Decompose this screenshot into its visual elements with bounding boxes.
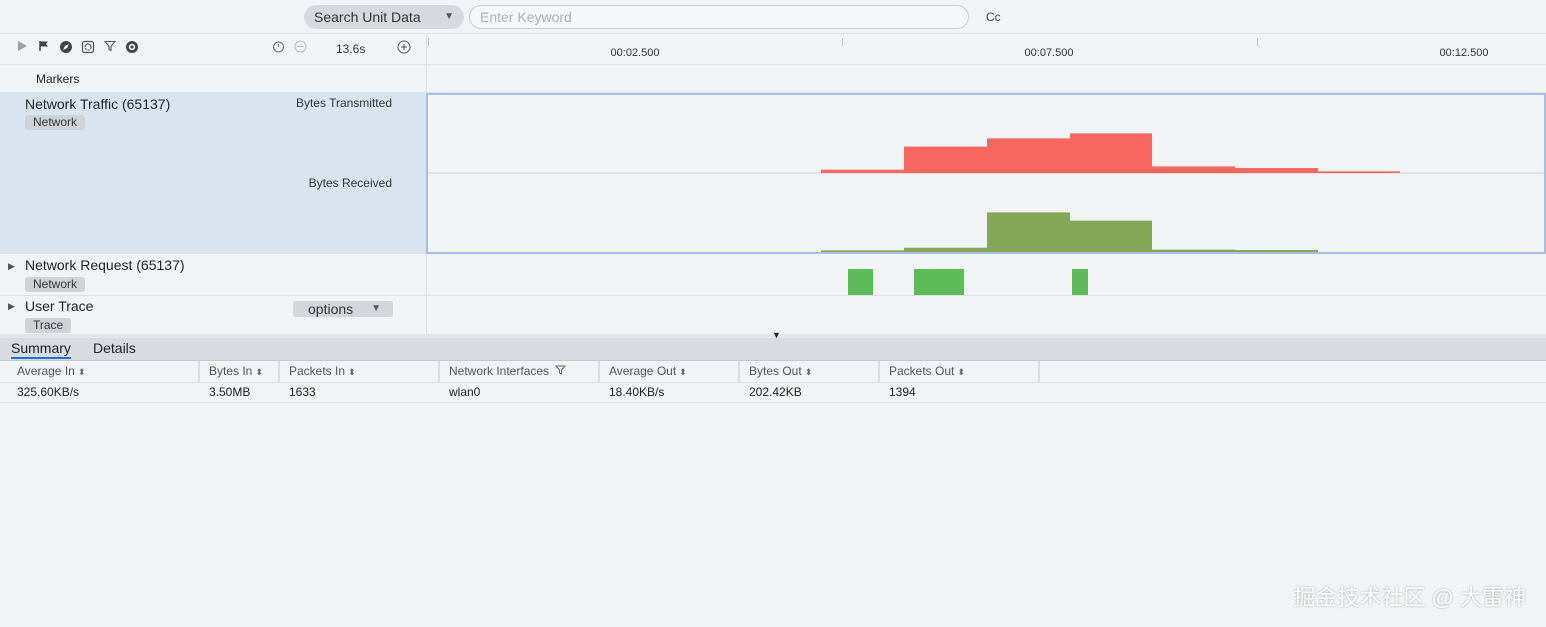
search-input[interactable] bbox=[469, 5, 969, 29]
bytes-transmitted-bar[interactable] bbox=[1318, 171, 1400, 173]
search-type-dropdown[interactable]: Search Unit Data ▼ bbox=[304, 5, 464, 29]
column-header-average-out[interactable]: Average Out ⬍ bbox=[600, 361, 740, 382]
lane-title: User Trace bbox=[25, 298, 94, 314]
filter-icon[interactable] bbox=[102, 40, 118, 56]
bytes-transmitted-label: Bytes Transmitted bbox=[295, 96, 392, 110]
lane-tag: Trace bbox=[25, 318, 72, 333]
play-icon[interactable] bbox=[14, 40, 30, 56]
column-label: Average Out bbox=[609, 364, 677, 378]
column-label: Network Interfaces bbox=[449, 364, 550, 378]
markers-lane-header: Markers bbox=[0, 65, 426, 93]
bytes-received-bar[interactable] bbox=[1152, 249, 1235, 252]
bytes-received-bar[interactable] bbox=[821, 250, 904, 252]
request-bar[interactable] bbox=[914, 269, 964, 295]
column-header-bytes-out[interactable]: Bytes Out ⬍ bbox=[740, 361, 880, 382]
cell-network-interface: wlan0 bbox=[449, 385, 481, 399]
bytes-transmitted-bar[interactable] bbox=[821, 169, 904, 173]
user-trace-lane-header[interactable]: ▶ User Trace Trace options ▼ bbox=[0, 296, 426, 334]
zoom-level: 13.6s bbox=[336, 42, 366, 56]
column-label: Bytes In bbox=[209, 364, 253, 378]
bytes-received-label: Bytes Received bbox=[308, 176, 392, 190]
ruler-tick bbox=[842, 38, 843, 46]
chevron-down-icon: ▼ bbox=[444, 11, 454, 22]
details-tabbar: Summary Details bbox=[0, 338, 1546, 361]
refresh-icon[interactable] bbox=[80, 40, 96, 58]
ruler-tick-label: 00:02.500 bbox=[610, 47, 660, 59]
user-trace-track[interactable] bbox=[426, 296, 1546, 334]
markers-lane-track[interactable] bbox=[426, 65, 1546, 93]
sort-icon[interactable]: ⬍ bbox=[679, 367, 687, 377]
watermark: 掘金技术社区 @ 大雷神 bbox=[1293, 585, 1526, 610]
case-sensitive-toggle[interactable]: Cc bbox=[986, 10, 1001, 24]
ruler-tick bbox=[428, 38, 429, 46]
bytes-transmitted-bar[interactable] bbox=[1070, 133, 1152, 173]
cell-packets-out: 1394 bbox=[889, 385, 916, 399]
lane-tag: Network bbox=[25, 115, 86, 130]
sort-icon[interactable]: ⬍ bbox=[348, 367, 356, 377]
zoom-in-icon[interactable] bbox=[396, 40, 412, 58]
network-request-track[interactable] bbox=[426, 255, 1546, 296]
bytes-transmitted-bar[interactable] bbox=[987, 138, 1070, 173]
network-traffic-track[interactable] bbox=[426, 93, 1546, 254]
cell-average-out: 18.40KB/s bbox=[609, 385, 665, 399]
network-request-lane-header[interactable]: ▶ Network Request (65137) Network bbox=[0, 255, 426, 296]
column-label: Packets In bbox=[289, 364, 346, 378]
search-type-label: Search Unit Data bbox=[314, 9, 421, 25]
request-bar[interactable] bbox=[848, 269, 873, 295]
bytes-transmitted-bar[interactable] bbox=[1235, 168, 1318, 173]
filter-icon[interactable] bbox=[555, 365, 567, 377]
ruler-tick-label: 00:12.500 bbox=[1439, 47, 1489, 59]
cell-average-in: 325.60KB/s bbox=[17, 385, 80, 399]
lane-title: Network Traffic (65137) bbox=[25, 96, 171, 112]
network-traffic-lane-header[interactable]: Network Traffic (65137) Network Bytes Tr… bbox=[0, 93, 426, 254]
search-bar: Search Unit Data ▼ Cc bbox=[0, 0, 1546, 34]
settings-icon[interactable] bbox=[124, 40, 140, 58]
compass-icon[interactable] bbox=[58, 40, 74, 58]
expand-arrow-icon[interactable]: ▶ bbox=[8, 261, 15, 272]
sort-icon[interactable]: ⬍ bbox=[78, 367, 86, 377]
tab-summary[interactable]: Summary bbox=[11, 340, 71, 359]
column-header-packets-in[interactable]: Packets In ⬍ bbox=[280, 361, 440, 382]
sort-icon[interactable]: ⬍ bbox=[255, 367, 263, 377]
column-label: Average In bbox=[17, 364, 75, 378]
timer-icon[interactable] bbox=[270, 40, 286, 57]
bytes-received-bar[interactable] bbox=[904, 247, 987, 252]
summary-table-header: Average In ⬍ Bytes In ⬍ Packets In ⬍ Networ… bbox=[0, 361, 1546, 383]
column-header-packets-out[interactable]: Packets Out ⬍ bbox=[880, 361, 1040, 382]
column-header-bytes-in[interactable]: Bytes In ⬍ bbox=[200, 361, 280, 382]
column-header-network-interfaces[interactable]: Network Interfaces bbox=[440, 361, 600, 382]
time-ruler[interactable]: 00:02.500 00:07.500 00:12.500 bbox=[426, 34, 1546, 65]
bytes-received-bar[interactable] bbox=[1070, 220, 1152, 252]
cell-bytes-out: 202.42KB bbox=[749, 385, 802, 399]
tab-details[interactable]: Details bbox=[93, 340, 136, 356]
request-bar[interactable] bbox=[1072, 269, 1088, 295]
cell-bytes-in: 3.50MB bbox=[209, 385, 251, 399]
expand-arrow-icon[interactable]: ▶ bbox=[8, 301, 15, 312]
cell-packets-in: 1633 bbox=[289, 385, 316, 399]
markers-label: Markers bbox=[36, 72, 80, 86]
chevron-down-icon: ▼ bbox=[371, 303, 381, 314]
lane-tag: Network bbox=[25, 277, 86, 292]
timeline-toolbar: 13.6s bbox=[0, 34, 426, 65]
bytes-received-bar[interactable] bbox=[987, 212, 1070, 252]
column-label: Bytes Out bbox=[749, 364, 802, 378]
sort-icon[interactable]: ⬍ bbox=[957, 367, 965, 377]
network-traffic-graph bbox=[428, 133, 1544, 252]
bytes-received-bar[interactable] bbox=[1235, 250, 1318, 252]
ruler-tick bbox=[1257, 38, 1258, 46]
zoom-out-icon[interactable] bbox=[292, 40, 308, 57]
flag-icon[interactable] bbox=[36, 40, 52, 56]
ruler-tick-label: 00:07.500 bbox=[1024, 47, 1074, 59]
bytes-transmitted-bar[interactable] bbox=[904, 146, 987, 173]
options-dropdown[interactable]: options ▼ bbox=[293, 301, 393, 317]
column-label: Packets Out bbox=[889, 364, 955, 378]
column-header-average-in[interactable]: Average In ⬍ bbox=[8, 361, 200, 382]
sort-icon[interactable]: ⬍ bbox=[805, 367, 813, 377]
table-row[interactable]: 325.60KB/s 3.50MB 1633 wlan0 18.40KB/s 2… bbox=[0, 382, 1546, 403]
bytes-transmitted-bar[interactable] bbox=[1152, 166, 1235, 173]
lane-title: Network Request (65137) bbox=[25, 257, 185, 273]
options-label: options bbox=[308, 301, 354, 317]
